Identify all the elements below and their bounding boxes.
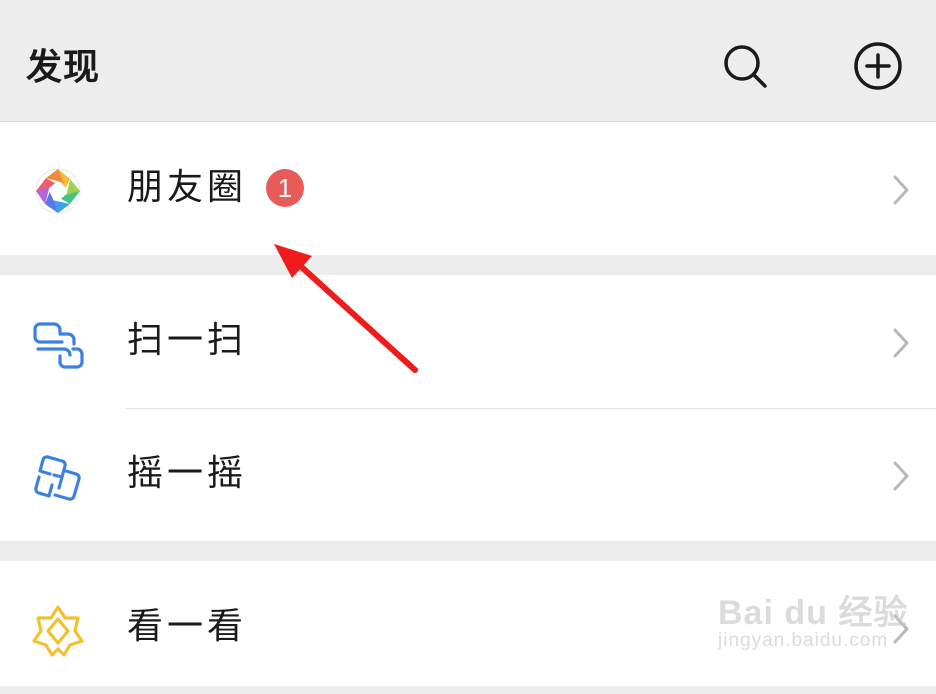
menu-item-label: 摇一摇 [127,453,248,494]
search-button[interactable] [717,38,773,94]
add-button[interactable] [850,38,906,94]
notification-badge: 1 [266,169,304,207]
top-stories-icon [32,605,84,657]
menu-item-label: 朋友圈 [127,167,248,208]
scan-shake-group: 扫一扫 摇一摇 [0,275,936,541]
moments-group: 朋友圈 [0,122,936,255]
chevron-right-icon [893,328,909,358]
chevron-right-icon [893,175,909,205]
menu-item-scan[interactable]: 扫一扫 [0,275,936,408]
page-title: 发现 [26,47,101,88]
top-bar: 发现 [0,0,936,122]
baidu-jingyan-watermark: Bai du 经验 jingyan.baidu.com [718,594,909,651]
chevron-right-icon [893,461,909,491]
menu-item-moments[interactable]: 朋友圈 [0,122,936,255]
moments-aperture-icon [35,168,81,214]
menu-item-label: 看一看 [127,606,248,647]
menu-item-shake[interactable]: 摇一摇 [0,408,936,541]
menu-item-label: 扫一扫 [127,320,248,361]
scan-icon [33,322,84,369]
add-circle-icon [854,42,902,90]
search-icon [724,45,767,88]
shake-icon [34,455,81,501]
